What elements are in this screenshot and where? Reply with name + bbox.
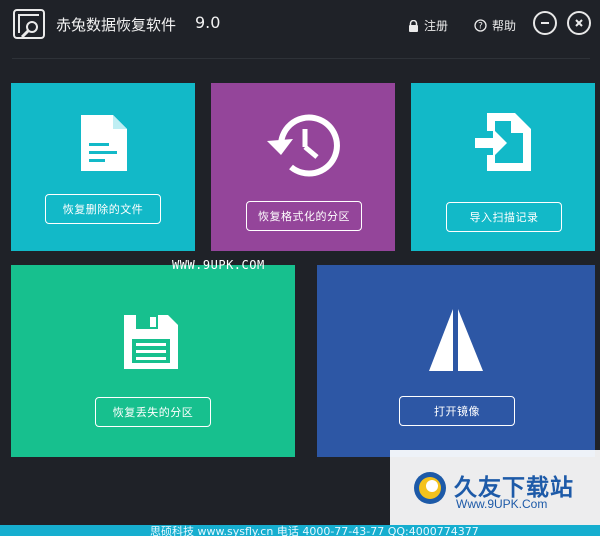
recover-lost-partition-button[interactable]: 恢复丢失的分区 <box>95 397 211 427</box>
minimize-button[interactable] <box>533 11 557 35</box>
footer-bar: 思硕科技 www.sysfly.cn 电话 4000-77-43-77 QQ:4… <box>0 525 600 536</box>
footer-text: 思硕科技 www.sysfly.cn 电话 4000-77-43-77 QQ:4… <box>150 525 479 536</box>
import-file-icon <box>473 111 535 177</box>
close-button[interactable] <box>567 11 591 35</box>
app-logo-icon <box>12 8 46 40</box>
lock-icon <box>409 19 418 32</box>
brand-logo-icon <box>412 470 448 506</box>
open-image-button[interactable]: 打开镜像 <box>399 396 515 426</box>
recover-formatted-partition-button[interactable]: 恢复格式化的分区 <box>246 201 362 231</box>
help-label: 帮助 <box>492 19 517 33</box>
watermark-site-text: WWW.9UPK.COM <box>172 258 265 272</box>
help-icon: ? <box>474 19 487 32</box>
history-clock-icon <box>261 109 341 183</box>
help-button[interactable]: ? 帮助 <box>474 17 516 34</box>
register-button[interactable]: 注册 <box>408 17 448 34</box>
tile-import-scan-record[interactable]: 导入扫描记录 <box>411 83 595 251</box>
recover-deleted-files-button[interactable]: 恢复删除的文件 <box>45 194 161 224</box>
floppy-disk-icon <box>122 313 180 375</box>
tile-recover-formatted-partition[interactable]: 恢复格式化的分区 <box>211 83 395 251</box>
register-label: 注册 <box>424 19 449 33</box>
app-title: 赤兔数据恢复软件 <box>56 16 177 34</box>
sail-icon <box>425 307 487 377</box>
import-scan-record-button[interactable]: 导入扫描记录 <box>446 202 562 232</box>
tile-open-image[interactable]: 打开镜像 <box>317 265 595 457</box>
tile-recover-deleted-files[interactable]: 恢复删除的文件 <box>11 83 195 251</box>
title-divider <box>12 58 590 59</box>
brand-url: Www.9UPK.Com <box>456 497 548 511</box>
title-bar: 赤兔数据恢复软件 9.0 注册 ? 帮助 <box>0 0 600 52</box>
app-version: 9.0 <box>195 13 221 32</box>
svg-text:?: ? <box>478 22 483 32</box>
tile-recover-lost-partition[interactable]: 恢复丢失的分区 <box>11 265 295 457</box>
close-icon <box>575 19 583 27</box>
document-icon <box>79 113 129 177</box>
minimize-icon <box>541 22 549 24</box>
